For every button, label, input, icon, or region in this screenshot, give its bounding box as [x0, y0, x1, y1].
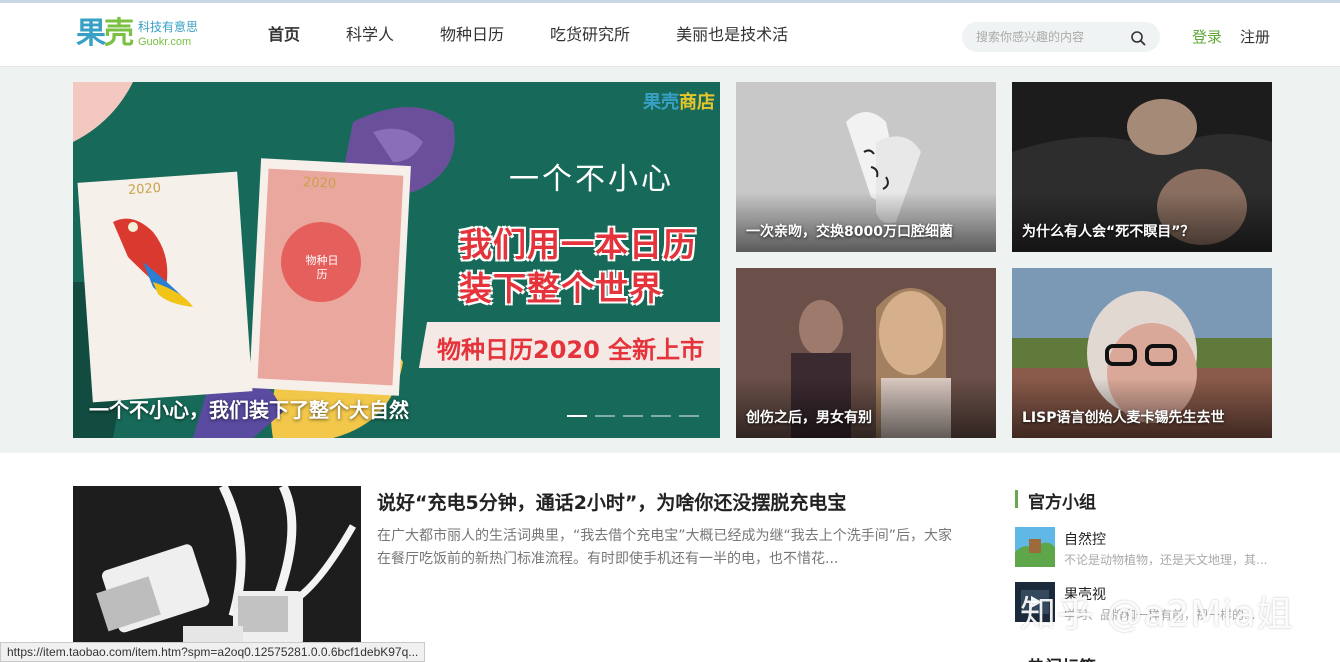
zhihu-watermark: 知乎 @a2Mia姐 — [1020, 594, 1294, 635]
tile-caption: LISP语言创始人麦卡锡先生去世 — [1022, 410, 1225, 426]
main-nav: 首页 科学人 物种日历 吃货研究所 美丽也是技术活 — [268, 3, 834, 67]
article-title[interactable]: 说好“充电5分钟，通话2小时”，为啥你还没摆脱充电宝 — [377, 488, 846, 515]
group-description: 不论是动物植物，还是天文地理，其... — [1064, 553, 1268, 567]
calendar-cover-label: 物种日历 — [305, 254, 339, 281]
tile-caption: 创伤之后，男女有别 — [746, 410, 872, 426]
site-header: 果壳 科技有意思 Guokr.com 首页 科学人 物种日历 吃货研究所 美丽也… — [0, 3, 1340, 67]
official-groups-heading: 官方小组 — [1028, 493, 1096, 513]
hero-banner-text: 物种日历2020 全新上市 — [437, 336, 705, 364]
nav-item-beauty-tech[interactable]: 美丽也是技术活 — [676, 3, 788, 67]
article-thumbnail[interactable] — [73, 486, 361, 662]
search-box — [962, 22, 1160, 52]
tile-caption: 一次亲吻，交换8000万口腔细菌 — [746, 224, 953, 240]
group-avatar — [1015, 527, 1055, 567]
carousel-dot-4[interactable] — [651, 415, 671, 417]
carousel-pagination — [567, 415, 707, 417]
logo-domain: Guokr.com — [138, 36, 192, 48]
nav-item-scientist[interactable]: 科学人 — [346, 3, 394, 67]
tile-eyes-open-death[interactable]: 为什么有人会“死不瞑目”？ — [1012, 82, 1272, 252]
store-badge: 果壳商店 — [643, 92, 715, 113]
nav-item-foodie-lab[interactable]: 吃货研究所 — [550, 3, 630, 67]
carousel-dot-2[interactable] — [595, 415, 615, 417]
group-name: 自然控 — [1064, 532, 1106, 548]
browser-status-bar: https://item.taobao.com/item.htm?spm=a2o… — [0, 642, 426, 662]
hero-line-1: 一个不小心 — [509, 162, 674, 197]
logo-wordmark: 果壳 — [76, 16, 134, 51]
tile-trauma-gender[interactable]: 创伤之后，男女有别 — [736, 268, 996, 438]
article-summary: 在广大都市丽人的生活词典里，“我去借个充电宝”大概已经成为继“我去上个洗手间”后… — [377, 528, 953, 567]
search-icon[interactable] — [1130, 30, 1146, 46]
usb-cables-image — [73, 486, 361, 662]
tile-kiss-bacteria[interactable]: 一次亲吻，交换8000万口腔细菌 — [736, 82, 996, 252]
carousel-caption[interactable]: 一个不小心，我们装下了整个大自然 — [89, 394, 409, 423]
tile-caption: 为什么有人会“死不瞑目”？ — [1022, 224, 1195, 240]
calendar-year-left: 2020 — [127, 180, 162, 199]
tile-lisp-mccarthy[interactable]: LISP语言创始人麦卡锡先生去世 — [1012, 268, 1272, 438]
hero-line-3: 装下整个世界 — [459, 269, 663, 308]
register-link[interactable]: 注册 — [1240, 26, 1270, 47]
carousel-dot-5[interactable] — [679, 415, 699, 417]
search-input[interactable] — [976, 27, 1126, 47]
hero-line-2: 我们用一本日历 — [459, 225, 697, 264]
carousel-dot-3[interactable] — [623, 415, 643, 417]
calendar-year-right: 2020 — [302, 175, 337, 192]
section-marker — [1015, 490, 1018, 508]
carousel-dot-1[interactable] — [567, 415, 587, 417]
featured-carousel[interactable]: 果壳商店 一个不小心 我们用一本日历 装下整个世界 物种日历2020 全新上市 … — [73, 82, 720, 438]
nav-item-species-calendar[interactable]: 物种日历 — [440, 3, 504, 67]
group-item-nature[interactable]: 自然控 不论是动物植物，还是天文地理，其... — [1015, 527, 1295, 571]
login-link[interactable]: 登录 — [1192, 26, 1222, 47]
hot-tags-heading: 热门标签 — [1028, 653, 1096, 662]
logo-tagline: 科技有意思 — [138, 20, 199, 34]
site-logo[interactable]: 果壳 科技有意思 Guokr.com — [76, 15, 216, 55]
nav-item-home[interactable]: 首页 — [268, 3, 300, 67]
